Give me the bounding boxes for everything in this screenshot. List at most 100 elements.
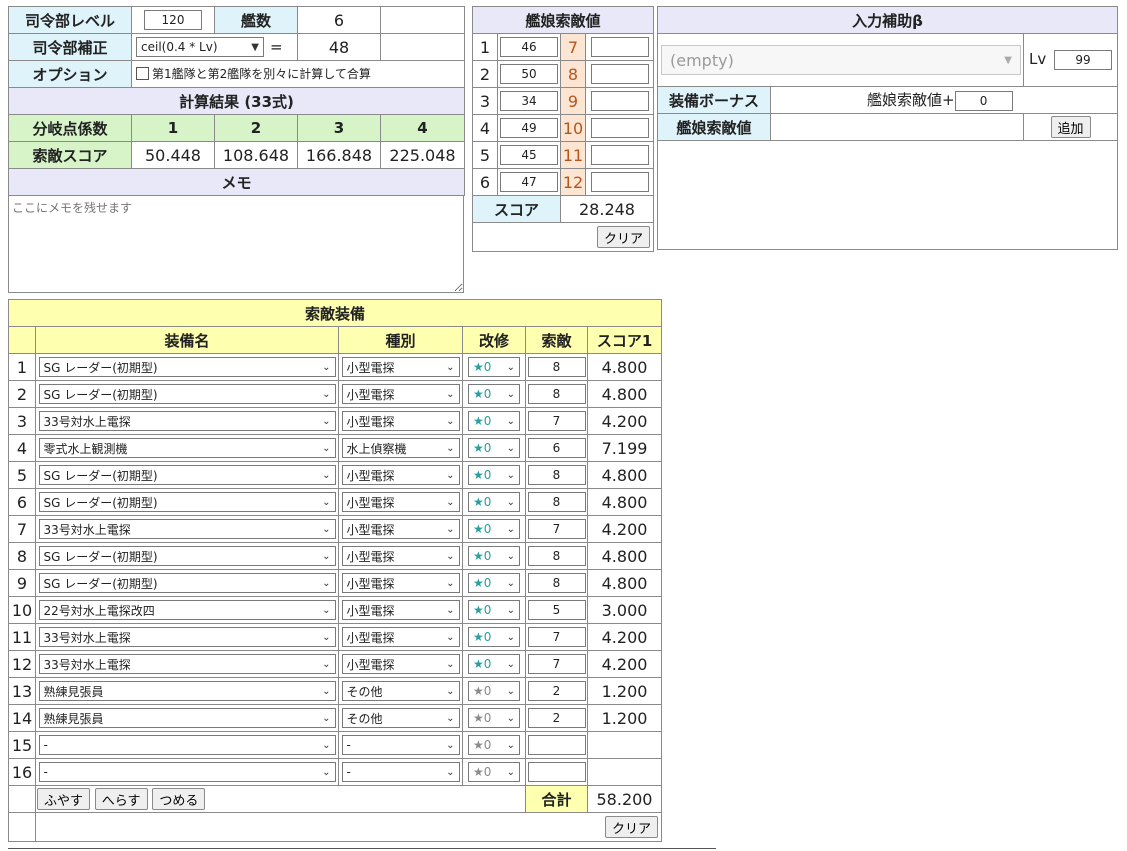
improvement-select[interactable]: ★0 ⌄ <box>468 411 520 431</box>
equipment-select[interactable]: 33号対水上電探 ⌄ <box>38 411 336 431</box>
lv-input[interactable] <box>1054 50 1113 70</box>
los-input[interactable] <box>527 438 586 458</box>
equipment-select[interactable]: 22号対水上電探改四 ⌄ <box>38 600 336 620</box>
type-select[interactable]: - ⌄ <box>341 735 460 755</box>
ship-los-input[interactable] <box>500 145 558 165</box>
los-input[interactable] <box>527 600 586 620</box>
los-input[interactable] <box>527 465 586 485</box>
equipment-select[interactable]: 33号対水上電探 ⌄ <box>38 654 336 674</box>
ship-select[interactable]: (empty) ▼ <box>661 45 1021 75</box>
add-row-button[interactable]: ふやす <box>37 788 91 810</box>
type-select[interactable]: 小型電探 ⌄ <box>341 492 460 512</box>
add-button[interactable]: 追加 <box>1050 116 1091 138</box>
chevron-down-icon: ⌄ <box>506 766 515 778</box>
improvement-select[interactable]: ★0 ⌄ <box>468 573 520 593</box>
ship-los-input[interactable] <box>500 172 558 192</box>
type-select[interactable]: 水上偵察機 ⌄ <box>341 438 460 458</box>
ship-los-input[interactable] <box>590 91 649 111</box>
table-row: 2SG レーダー(初期型)⌄小型電探⌄ ★0⌄ 4.800 <box>8 380 663 408</box>
branch-3: 3 <box>297 114 381 142</box>
equip-clear-button[interactable]: クリア <box>604 816 658 838</box>
los-input[interactable] <box>527 708 586 728</box>
ship-los-input[interactable] <box>590 172 649 192</box>
ship-index: 12 <box>560 168 586 196</box>
improvement-select[interactable]: ★0 ⌄ <box>468 519 520 539</box>
correction-formula-select[interactable]: ceil(0.4 * Lv) ▼ <box>136 37 264 57</box>
equipment-select[interactable]: SG レーダー(初期型) ⌄ <box>38 357 336 377</box>
type-select[interactable]: 小型電探 ⌄ <box>341 573 460 593</box>
equipment-select[interactable]: SG レーダー(初期型) ⌄ <box>38 384 336 404</box>
equipment-select[interactable]: SG レーダー(初期型) ⌄ <box>38 492 336 512</box>
improvement-select[interactable]: ★0 ⌄ <box>468 708 520 728</box>
los-input[interactable] <box>527 681 586 701</box>
row-number: 12 <box>8 650 36 678</box>
type-select[interactable]: 小型電探 ⌄ <box>341 411 460 431</box>
type-select[interactable]: 小型電探 ⌄ <box>341 654 460 674</box>
los-input[interactable] <box>527 519 586 539</box>
compact-button[interactable]: つめる <box>152 788 206 810</box>
los-input[interactable] <box>527 573 586 593</box>
los-input[interactable] <box>527 357 586 377</box>
type-select[interactable]: 小型電探 ⌄ <box>341 627 460 647</box>
improvement-select[interactable]: ★0 ⌄ <box>468 357 520 377</box>
type-select[interactable]: その他 ⌄ <box>341 681 460 701</box>
type-select[interactable]: 小型電探 ⌄ <box>341 465 460 485</box>
los-input[interactable] <box>527 627 586 647</box>
ship-los-input[interactable] <box>500 118 558 138</box>
equipment-select[interactable]: 33号対水上電探 ⌄ <box>38 627 336 647</box>
type-select[interactable]: - ⌄ <box>341 762 460 782</box>
bonus-input[interactable] <box>954 91 1013 111</box>
equipment-select[interactable]: SG レーダー(初期型) ⌄ <box>38 573 336 593</box>
table-row: 1133号対水上電探⌄小型電探⌄ ★0⌄ 4.200 <box>8 623 663 651</box>
los-input[interactable] <box>527 654 586 674</box>
los-input[interactable] <box>527 384 586 404</box>
improvement-select[interactable]: ★0 ⌄ <box>468 762 520 782</box>
type-select[interactable]: 小型電探 ⌄ <box>341 384 460 404</box>
improvement-select[interactable]: ★0 ⌄ <box>468 735 520 755</box>
improvement-select[interactable]: ★0 ⌄ <box>468 492 520 512</box>
improvement-select[interactable]: ★0 ⌄ <box>468 546 520 566</box>
remove-row-button[interactable]: へらす <box>94 788 148 810</box>
ship-los-input[interactable] <box>590 118 649 138</box>
ship-los-input[interactable] <box>500 37 558 57</box>
equipment-select[interactable]: SG レーダー(初期型) ⌄ <box>38 546 336 566</box>
los-input[interactable] <box>527 762 586 782</box>
los-input[interactable] <box>527 546 586 566</box>
chevron-down-icon: ⌄ <box>506 442 515 454</box>
ship-los-input[interactable] <box>590 64 649 84</box>
improvement-select[interactable]: ★0 ⌄ <box>468 681 520 701</box>
improvement-select[interactable]: ★0 ⌄ <box>468 627 520 647</box>
type-select[interactable]: 小型電探 ⌄ <box>341 357 460 377</box>
equipment-select[interactable]: 零式水上観測機 ⌄ <box>38 438 336 458</box>
type-select[interactable]: 小型電探 ⌄ <box>341 519 460 539</box>
improvement-select[interactable]: ★0 ⌄ <box>468 654 520 674</box>
equipment-select[interactable]: - ⌄ <box>38 735 336 755</box>
separate-fleet-checkbox[interactable] <box>136 67 149 80</box>
ship-los-input[interactable] <box>500 64 558 84</box>
equipment-select[interactable]: - ⌄ <box>38 762 336 782</box>
los-input[interactable] <box>527 735 586 755</box>
improvement-select[interactable]: ★0 ⌄ <box>468 600 520 620</box>
equipment-select[interactable]: 熟練見張員 ⌄ <box>38 681 336 701</box>
improvement-select[interactable]: ★0 ⌄ <box>468 384 520 404</box>
los-input[interactable] <box>527 411 586 431</box>
equipment-select[interactable]: 熟練見張員 ⌄ <box>38 708 336 728</box>
hq-level-input[interactable] <box>144 10 202 30</box>
ship-los-input[interactable] <box>590 145 649 165</box>
ship-los-clear-button[interactable]: クリア <box>596 226 650 248</box>
ship-los-row: 17 <box>472 33 655 61</box>
improvement-select[interactable]: ★0 ⌄ <box>468 438 520 458</box>
ship-los-input[interactable] <box>590 37 649 57</box>
ship-los-score-label: スコア <box>472 196 561 223</box>
equipment-select[interactable]: SG レーダー(初期型) ⌄ <box>38 465 336 485</box>
equipment-select[interactable]: 33号対水上電探 ⌄ <box>38 519 336 539</box>
type-select[interactable]: その他 ⌄ <box>341 708 460 728</box>
memo-textarea[interactable] <box>8 196 464 293</box>
chevron-down-icon: ⌄ <box>322 604 331 616</box>
improvement-select[interactable]: ★0 ⌄ <box>468 465 520 485</box>
type-select[interactable]: 小型電探 ⌄ <box>341 600 460 620</box>
table-row: 14熟練見張員⌄その他⌄ ★0⌄ 1.200 <box>8 704 663 732</box>
los-input[interactable] <box>527 492 586 512</box>
type-select[interactable]: 小型電探 ⌄ <box>341 546 460 566</box>
ship-los-input[interactable] <box>500 91 558 111</box>
